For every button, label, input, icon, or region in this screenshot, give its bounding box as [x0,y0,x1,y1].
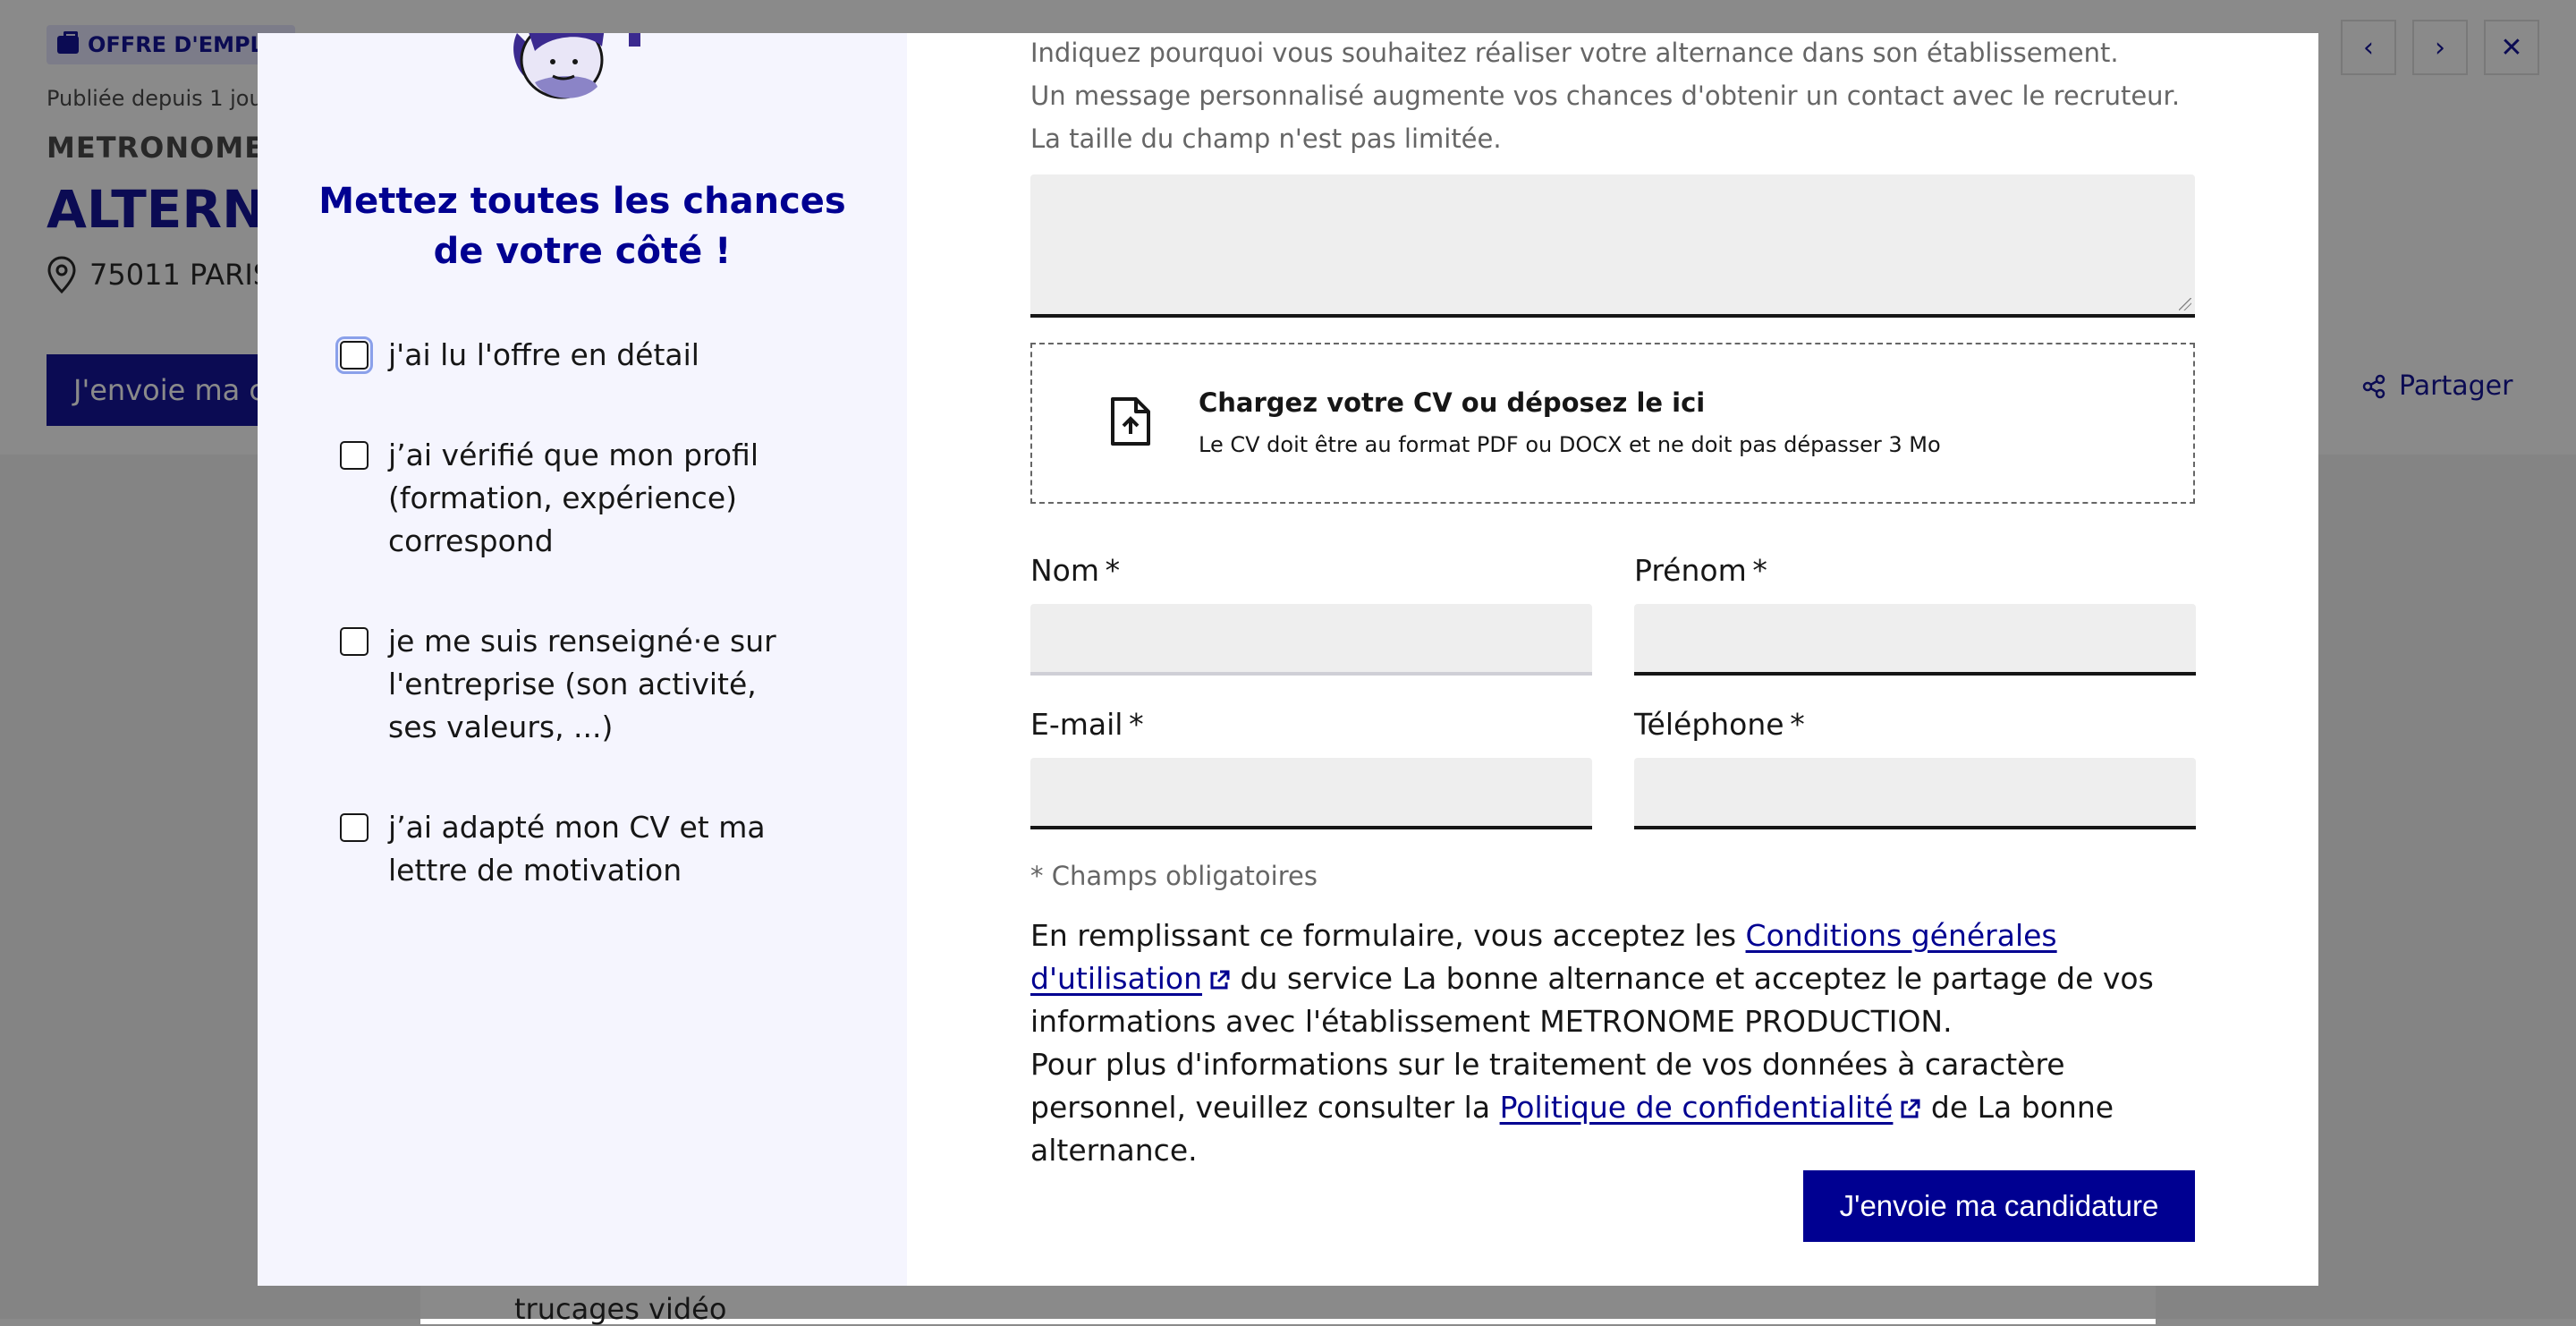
upload-hint: Le CV doit être au format PDF ou DOCX et… [1199,432,1941,457]
checklist-item[interactable]: j’ai vérifié que mon profil (formation, … [340,434,805,563]
checkbox[interactable] [335,336,373,374]
telephone-input[interactable] [1634,758,2196,829]
checklist-label: j’ai vérifié que mon profil (formation, … [388,438,759,558]
required-mark: * [1752,553,1767,588]
tips-title: Mettez toutes les chances de votre côté … [318,181,846,272]
external-link-icon [1901,1099,1920,1118]
email-label-text: E-mail [1030,707,1123,742]
email-label: E-mail * [1030,707,1144,742]
checklist-item[interactable]: je me suis renseigné·e sur l'entreprise … [340,620,805,749]
nom-label: Nom * [1030,553,1120,588]
cv-upload-dropzone[interactable]: Chargez votre CV ou déposez le ici Le CV… [1030,343,2195,504]
upload-title: Chargez votre CV ou déposez le ici [1199,387,1706,418]
nom-label-text: Nom [1030,553,1100,588]
prenom-input[interactable] [1634,604,2196,676]
resize-handle[interactable] [2179,298,2191,310]
submit-application-button[interactable]: J'envoie ma candidature [1803,1170,2195,1242]
checklist-label: j'ai lu l'offre en détail [388,337,699,372]
message-help-line: Un message personnalisé augmente vos cha… [1030,81,2181,111]
checklist-item[interactable]: j’ai adapté mon CV et ma lettre de motiv… [340,806,805,892]
checkbox[interactable] [340,813,369,842]
legal-notice: En remplissant ce formulaire, vous accep… [1030,914,2211,1172]
legal-text: En remplissant ce formulaire, vous accep… [1030,918,1746,953]
checklist-item[interactable]: j'ai lu l'offre en détail [335,334,805,377]
checkbox[interactable] [340,627,369,656]
telephone-label-text: Téléphone [1634,707,1784,742]
checkbox[interactable] [340,441,369,470]
prenom-label: Prénom * [1634,553,1767,588]
telephone-label: Téléphone * [1634,707,1805,742]
required-mark: * [1790,707,1805,742]
external-link-icon [1210,970,1230,990]
required-mark: * [1105,553,1121,588]
privacy-link-text[interactable]: Politique de confidentialité [1500,1090,1894,1125]
message-textarea[interactable] [1030,174,2195,318]
file-upload-icon [1111,397,1150,446]
required-fields-note: * Champs obligatoires [1030,861,1318,891]
required-mark: * [1129,707,1144,742]
email-input[interactable] [1030,758,1592,829]
checklist-label: je me suis renseigné·e sur l'entreprise … [388,624,776,744]
tips-panel: Mettez toutes les chances de votre côté … [258,33,907,1286]
privacy-link[interactable]: Politique de confidentialité [1500,1090,1922,1125]
person-illustration [513,33,640,99]
message-help-line: La taille du champ n'est pas limitée. [1030,123,1502,154]
message-help-line: Indiquez pourquoi vous souhaitez réalise… [1030,38,2119,68]
nom-input[interactable] [1030,604,1592,676]
checklist-label: j’ai adapté mon CV et ma lettre de motiv… [388,810,766,888]
prenom-label-text: Prénom [1634,553,1747,588]
